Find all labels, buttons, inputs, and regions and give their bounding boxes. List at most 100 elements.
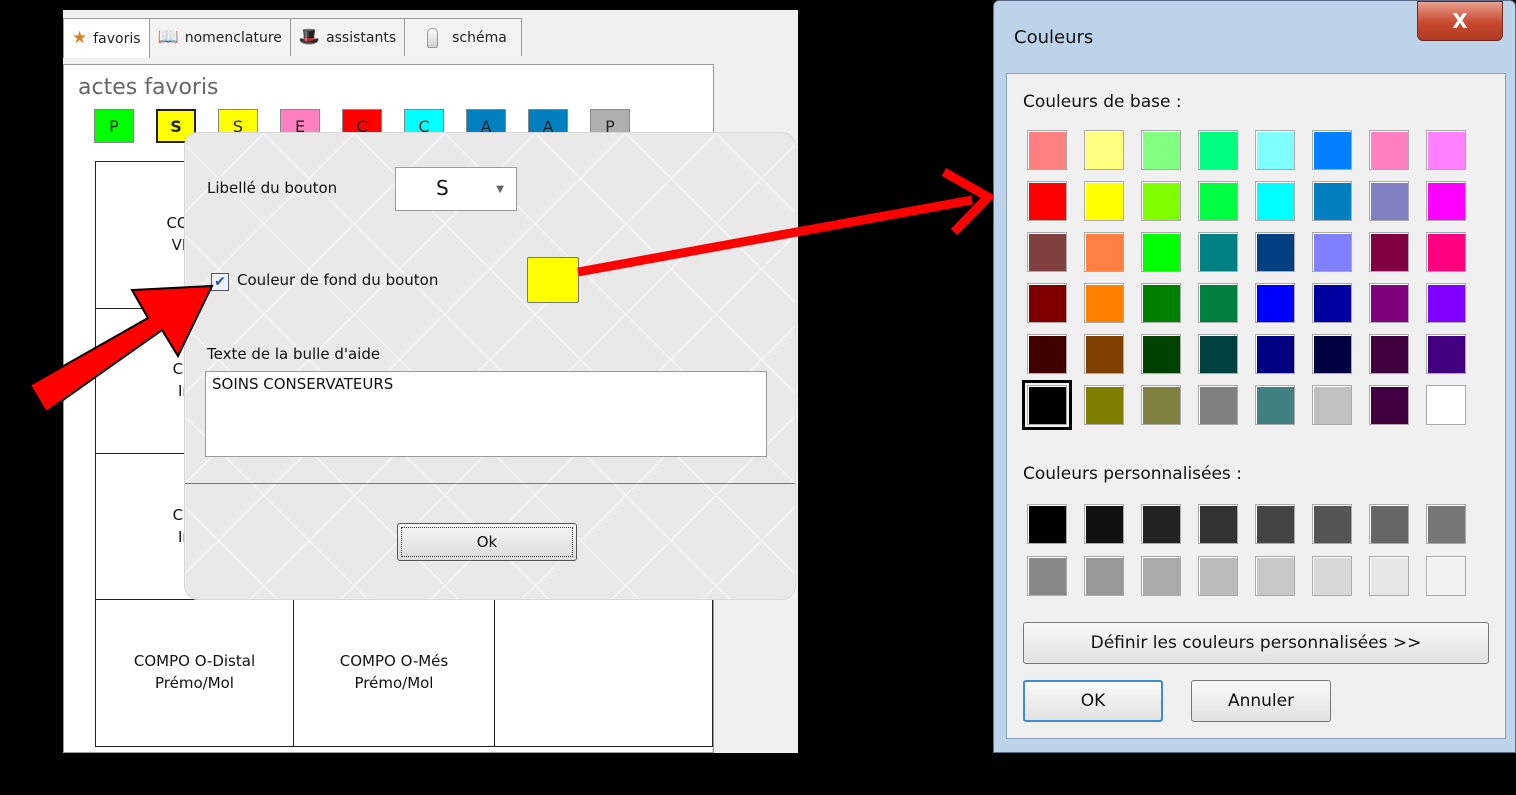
check-icon: ✔ bbox=[214, 274, 226, 290]
base-color-swatch[interactable] bbox=[1369, 181, 1409, 221]
dialog-title: Couleurs bbox=[1014, 27, 1094, 48]
base-color-swatch[interactable] bbox=[1198, 334, 1238, 374]
divider bbox=[185, 483, 795, 484]
base-color-swatch[interactable] bbox=[1255, 232, 1295, 272]
base-color-swatch[interactable] bbox=[1312, 334, 1352, 374]
custom-color-swatch[interactable] bbox=[1084, 504, 1124, 544]
base-color-swatch[interactable] bbox=[1141, 232, 1181, 272]
tooltip-caption: Texte de la bulle d'aide bbox=[207, 345, 381, 363]
base-color-swatch[interactable] bbox=[1084, 130, 1124, 170]
base-color-swatch[interactable] bbox=[1141, 283, 1181, 323]
custom-color-swatch[interactable] bbox=[1198, 504, 1238, 544]
custom-color-swatch[interactable] bbox=[1141, 556, 1181, 596]
close-icon: X bbox=[1452, 9, 1468, 33]
base-color-swatch[interactable] bbox=[1255, 385, 1295, 425]
base-color-swatch[interactable] bbox=[1141, 130, 1181, 170]
favorites-window: ★ favoris 📖 nomenclature 🎩 assistants sc… bbox=[63, 10, 798, 753]
base-color-swatch[interactable] bbox=[1084, 385, 1124, 425]
base-color-swatch[interactable] bbox=[1198, 385, 1238, 425]
custom-color-swatch[interactable] bbox=[1426, 504, 1466, 544]
color-picker-dialog: Couleurs X Couleurs de base : Couleurs p… bbox=[993, 0, 1516, 753]
base-color-swatch[interactable] bbox=[1198, 283, 1238, 323]
tab-bar: ★ favoris 📖 nomenclature 🎩 assistants sc… bbox=[63, 18, 522, 58]
combo-value: S bbox=[436, 176, 449, 200]
base-color-swatch[interactable] bbox=[1255, 181, 1295, 221]
base-color-swatch[interactable] bbox=[1141, 385, 1181, 425]
base-color-swatch[interactable] bbox=[1198, 232, 1238, 272]
tab-nomenclature[interactable]: 📖 nomenclature bbox=[148, 18, 291, 56]
bg-color-checkbox[interactable]: ✔ bbox=[211, 273, 229, 291]
tooltip-textarea[interactable]: SOINS CONSERVATEURS bbox=[205, 371, 767, 457]
base-color-swatch[interactable] bbox=[1027, 232, 1067, 272]
button-label-combo[interactable]: S ▼ bbox=[395, 167, 517, 211]
base-color-swatch[interactable] bbox=[1027, 283, 1067, 323]
base-color-swatch[interactable] bbox=[1426, 181, 1466, 221]
button-label-caption: Libellé du bouton bbox=[207, 179, 338, 197]
custom-color-swatch[interactable] bbox=[1369, 556, 1409, 596]
custom-color-swatch[interactable] bbox=[1312, 504, 1352, 544]
define-custom-colors-button[interactable]: Définir les couleurs personnalisées >> bbox=[1023, 622, 1489, 664]
dialog-body: Couleurs de base : Couleurs personnalisé… bbox=[1006, 73, 1506, 739]
base-color-swatch[interactable] bbox=[1369, 385, 1409, 425]
base-color-swatch[interactable] bbox=[1198, 181, 1238, 221]
base-color-swatch[interactable] bbox=[1084, 283, 1124, 323]
base-color-swatch[interactable] bbox=[1255, 130, 1295, 170]
base-color-swatch[interactable] bbox=[1027, 181, 1067, 221]
ok-button[interactable]: Ok bbox=[397, 523, 577, 561]
tab-favoris[interactable]: ★ favoris bbox=[63, 18, 150, 58]
custom-color-swatch[interactable] bbox=[1141, 504, 1181, 544]
base-color-swatch[interactable] bbox=[1312, 385, 1352, 425]
base-color-swatch[interactable] bbox=[1369, 232, 1409, 272]
custom-color-swatch[interactable] bbox=[1255, 556, 1295, 596]
base-color-swatch[interactable] bbox=[1312, 130, 1352, 170]
base-color-swatch[interactable] bbox=[1027, 334, 1067, 374]
tab-assistants[interactable]: 🎩 assistants bbox=[289, 18, 406, 56]
favorite-act-cell[interactable]: COMPO O-Distal Prémo/Mol bbox=[95, 600, 294, 747]
base-color-swatch[interactable] bbox=[1426, 283, 1466, 323]
favorite-act-cell[interactable]: COMPO O-Més Prémo/Mol bbox=[294, 600, 495, 747]
base-color-swatch[interactable] bbox=[1369, 283, 1409, 323]
cancel-button[interactable]: Annuler bbox=[1191, 680, 1331, 722]
custom-color-swatch[interactable] bbox=[1084, 556, 1124, 596]
base-color-swatch[interactable] bbox=[1426, 232, 1466, 272]
base-color-swatch[interactable] bbox=[1312, 283, 1352, 323]
button-settings-popup: Libellé du bouton S ▼ ✔ Couleur de fond … bbox=[184, 132, 796, 600]
base-color-swatch[interactable] bbox=[1255, 334, 1295, 374]
chevron-down-icon: ▼ bbox=[496, 184, 504, 195]
custom-colors-grid bbox=[1027, 504, 1466, 596]
base-color-swatch[interactable] bbox=[1312, 181, 1352, 221]
base-color-swatch[interactable] bbox=[1141, 334, 1181, 374]
custom-color-swatch[interactable] bbox=[1426, 556, 1466, 596]
bg-color-checkbox-label[interactable]: Couleur de fond du bouton bbox=[237, 271, 438, 289]
close-button[interactable]: X bbox=[1417, 1, 1503, 41]
base-color-swatch[interactable] bbox=[1084, 181, 1124, 221]
custom-color-swatch[interactable] bbox=[1027, 504, 1067, 544]
ok-button[interactable]: OK bbox=[1023, 680, 1163, 722]
base-color-swatch[interactable] bbox=[1084, 334, 1124, 374]
base-color-swatch[interactable] bbox=[1198, 130, 1238, 170]
base-color-swatch[interactable] bbox=[1426, 385, 1466, 425]
base-color-swatch[interactable] bbox=[1022, 380, 1072, 430]
custom-color-swatch[interactable] bbox=[1255, 504, 1295, 544]
base-color-swatch[interactable] bbox=[1426, 334, 1466, 374]
custom-colors-label: Couleurs personnalisées : bbox=[1023, 464, 1242, 484]
favorite-color-button[interactable]: P bbox=[94, 109, 134, 143]
bg-color-swatch-button[interactable] bbox=[527, 257, 579, 303]
custom-color-swatch[interactable] bbox=[1198, 556, 1238, 596]
base-colors-grid bbox=[1022, 130, 1466, 430]
base-color-swatch[interactable] bbox=[1027, 130, 1067, 170]
base-color-swatch[interactable] bbox=[1084, 232, 1124, 272]
custom-color-swatch[interactable] bbox=[1312, 556, 1352, 596]
tab-label: schéma bbox=[452, 29, 507, 46]
custom-color-swatch[interactable] bbox=[1369, 504, 1409, 544]
base-color-swatch[interactable] bbox=[1369, 334, 1409, 374]
custom-color-swatch[interactable] bbox=[1027, 556, 1067, 596]
tab-schema[interactable]: schéma bbox=[404, 18, 522, 56]
base-color-swatch[interactable] bbox=[1369, 130, 1409, 170]
base-color-swatch[interactable] bbox=[1312, 232, 1352, 272]
favorite-act-cell[interactable] bbox=[495, 600, 713, 747]
base-color-swatch[interactable] bbox=[1426, 130, 1466, 170]
tab-label: assistants bbox=[326, 29, 397, 46]
base-color-swatch[interactable] bbox=[1141, 181, 1181, 221]
base-color-swatch[interactable] bbox=[1255, 283, 1295, 323]
